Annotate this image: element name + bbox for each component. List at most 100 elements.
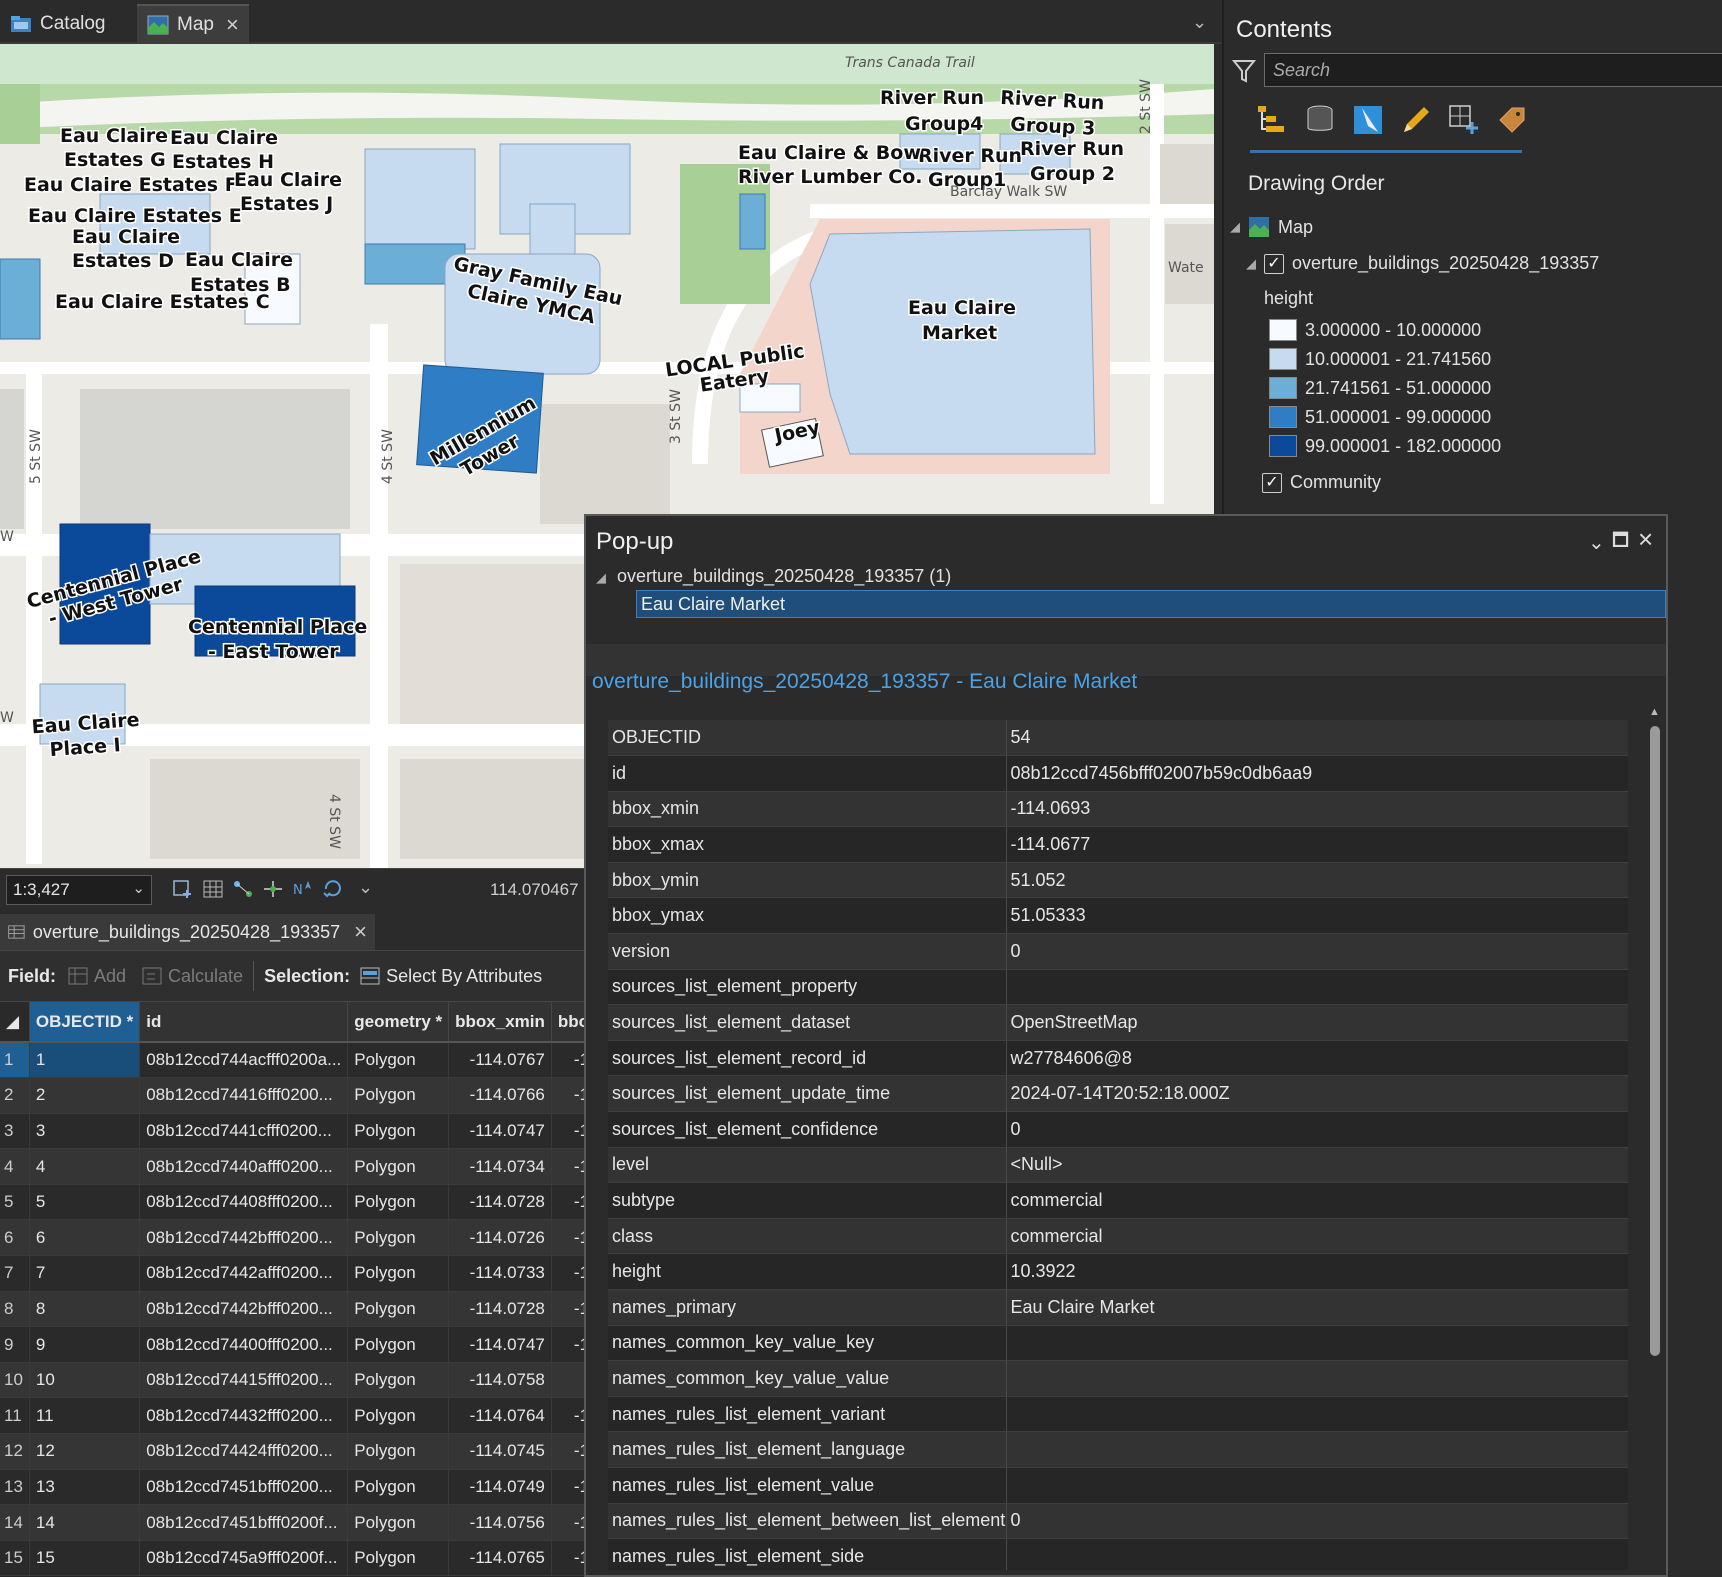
table-row[interactable]: 13 13 08b12ccd7451bfff0200... Polygon -114.0… — [0, 1469, 590, 1506]
select-by-attributes-button[interactable]: Select By Attributes — [360, 966, 542, 987]
cell-bbox-xmin[interactable]: -114.0728 — [448, 1291, 552, 1328]
filter-icon[interactable] — [1232, 58, 1256, 84]
cell-id[interactable]: 08b12ccd74432fff0200... — [139, 1397, 349, 1435]
row-number[interactable]: 8 — [0, 1291, 30, 1328]
chevron-down-icon[interactable]: ⌄ — [358, 877, 373, 898]
contents-item-layer[interactable]: ◢ ✓ overture_buildings_20250428_193357 — [1246, 253, 1599, 274]
table-row[interactable]: 12 12 08b12ccd74424fff0200... Polygon -114.0… — [0, 1433, 590, 1470]
legend-class[interactable]: 10.000001 - 21.741560 — [1269, 348, 1491, 370]
cell-id[interactable]: 08b12ccd7440afff0200... — [139, 1148, 349, 1185]
building-21-51[interactable] — [739, 193, 766, 250]
list-by-selection-icon[interactable] — [1350, 102, 1386, 138]
close-tab-icon[interactable]: × — [354, 919, 367, 945]
table-row[interactable]: 9 9 08b12ccd74400fff0200... Polygon -114.074… — [0, 1326, 590, 1363]
row-number[interactable]: 7 — [0, 1255, 30, 1292]
cell-bbox-xmin[interactable]: -114.0747 — [448, 1326, 552, 1363]
cell-objectid[interactable]: 9 — [29, 1326, 141, 1363]
cell-bbox-xmin[interactable]: -114.0764 — [448, 1397, 552, 1435]
cell-id[interactable]: 08b12ccd7451bfff0200f... — [139, 1504, 349, 1541]
scale-dropdown[interactable]: 1:3,427 ⌄ — [6, 875, 152, 905]
column-header[interactable]: bbox_xmin — [448, 1002, 552, 1043]
cell-geometry[interactable]: Polygon — [347, 1540, 450, 1577]
cell-objectid[interactable]: 13 — [29, 1469, 141, 1506]
snap-icon[interactable] — [262, 879, 284, 899]
cell-geometry[interactable]: Polygon — [347, 1397, 450, 1435]
cell-bbox-xmin[interactable]: -114.0766 — [448, 1077, 552, 1114]
table-grid-icon[interactable] — [202, 879, 224, 899]
collapse-triangle-icon[interactable]: ◢ — [1230, 219, 1240, 235]
cell-objectid[interactable]: 2 — [29, 1077, 141, 1114]
collapse-triangle-icon[interactable]: ◢ — [1246, 256, 1256, 272]
cell-objectid[interactable]: 6 — [29, 1219, 141, 1257]
add-field-button[interactable]: Add — [68, 966, 126, 987]
cell-id[interactable]: 08b12ccd744acfff0200a... — [139, 1042, 349, 1079]
cell-objectid[interactable]: 12 — [29, 1433, 141, 1470]
table-row[interactable]: 3 3 08b12ccd7441cfff0200... Polygon -114.074… — [0, 1113, 590, 1150]
cell-objectid[interactable]: 8 — [29, 1291, 141, 1328]
row-number[interactable]: 12 — [0, 1433, 30, 1470]
cell-id[interactable]: 08b12ccd74408fff0200... — [139, 1184, 349, 1221]
cell-geometry[interactable]: Polygon — [347, 1184, 450, 1221]
row-number[interactable]: 9 — [0, 1326, 30, 1363]
cell-objectid[interactable]: 14 — [29, 1504, 141, 1541]
select-all-corner[interactable]: ◢ — [0, 1002, 30, 1043]
cell-objectid[interactable]: 15 — [29, 1540, 141, 1577]
table-row[interactable]: 11 11 08b12ccd74432fff0200... Polygon -114.0… — [0, 1397, 590, 1435]
row-number[interactable]: 13 — [0, 1469, 30, 1506]
cell-bbox-xmin[interactable]: -114.0734 — [448, 1148, 552, 1185]
popup-feature-header[interactable]: overture_buildings_20250428_193357 - Eau… — [592, 670, 1137, 694]
cell-id[interactable]: 08b12ccd7442bfff0200... — [139, 1219, 349, 1257]
cell-geometry[interactable]: Polygon — [347, 1326, 450, 1363]
table-row[interactable]: 15 15 08b12ccd745a9fff0200f... Polygon -114.… — [0, 1540, 590, 1577]
attribute-table-grid[interactable]: ◢ OBJECTID * id geometry * bbox_xmin bbo… — [0, 1002, 590, 1577]
cell-geometry[interactable]: Polygon — [347, 1113, 450, 1150]
popup-selected-feature[interactable]: Eau Claire Market — [636, 590, 1666, 618]
cell-id[interactable]: 08b12ccd74400fff0200... — [139, 1326, 349, 1363]
table-row[interactable]: 1 1 08b12ccd744acfff0200a... Polygon -114.07… — [0, 1042, 590, 1079]
cell-objectid[interactable]: 10 — [29, 1362, 141, 1399]
table-row[interactable]: 8 8 08b12ccd7442bfff0200... Polygon -114.072… — [0, 1291, 590, 1328]
cell-bbox-xmin[interactable]: -114.0747 — [448, 1113, 552, 1150]
chevron-down-icon[interactable]: ⌄ — [1192, 12, 1207, 33]
network-icon[interactable] — [232, 879, 254, 899]
row-number[interactable]: 11 — [0, 1397, 30, 1435]
chevron-down-icon[interactable]: ⌄ — [1588, 530, 1605, 555]
grid-add-icon[interactable] — [172, 879, 194, 899]
building-21-51[interactable] — [0, 258, 41, 340]
legend-class[interactable]: 99.000001 - 182.000000 — [1269, 435, 1501, 457]
cell-bbox-xmin[interactable]: -114.0765 — [448, 1540, 552, 1577]
north-arrow-icon[interactable]: N — [292, 879, 314, 899]
cell-id[interactable]: 08b12ccd74415fff0200... — [139, 1362, 349, 1399]
legend-class[interactable]: 3.000000 - 10.000000 — [1269, 319, 1481, 341]
cell-objectid[interactable]: 1 — [29, 1042, 141, 1079]
list-by-labeling-icon[interactable] — [1494, 102, 1530, 138]
popup-scrollbar[interactable]: ▲ — [1649, 706, 1660, 1576]
scroll-up-icon[interactable]: ▲ — [1649, 706, 1660, 718]
column-header[interactable]: id — [139, 1002, 349, 1043]
list-by-data-source-icon[interactable] — [1302, 102, 1338, 138]
cell-id[interactable]: 08b12ccd7442afff0200... — [139, 1255, 349, 1292]
cell-objectid[interactable]: 7 — [29, 1255, 141, 1292]
cell-objectid[interactable]: 3 — [29, 1113, 141, 1150]
table-row[interactable]: 7 7 08b12ccd7442afff0200... Polygon -114.073… — [0, 1255, 590, 1292]
legend-class[interactable]: 21.741561 - 51.000000 — [1269, 377, 1491, 399]
cell-bbox-xmin[interactable]: -114.0749 — [448, 1469, 552, 1506]
close-tab-icon[interactable]: × — [226, 12, 239, 38]
row-number[interactable]: 3 — [0, 1113, 30, 1150]
cell-bbox-xmin[interactable]: -114.0726 — [448, 1219, 552, 1257]
cell-bbox-xmin[interactable]: -114.0733 — [448, 1255, 552, 1292]
list-by-snapping-icon[interactable] — [1446, 102, 1482, 138]
cell-geometry[interactable]: Polygon — [347, 1219, 450, 1257]
cell-geometry[interactable]: Polygon — [347, 1504, 450, 1541]
table-row[interactable]: 5 5 08b12ccd74408fff0200... Polygon -114.072… — [0, 1184, 590, 1221]
column-header[interactable]: geometry * — [347, 1002, 450, 1043]
row-number[interactable]: 2 — [0, 1077, 30, 1114]
legend-class[interactable]: 51.000001 - 99.000000 — [1269, 406, 1491, 428]
tab-catalog[interactable]: Catalog — [0, 4, 116, 44]
cell-bbox-xmin[interactable]: -114.0767 — [448, 1042, 552, 1079]
row-number[interactable]: 6 — [0, 1219, 30, 1257]
cell-bbox-xmin[interactable]: -114.0756 — [448, 1504, 552, 1541]
cell-id[interactable]: 08b12ccd745a9fff0200f... — [139, 1540, 349, 1577]
attribute-table-tab[interactable]: overture_buildings_20250428_193357 × — [0, 914, 375, 950]
contents-item-map[interactable]: ◢ Map — [1230, 216, 1313, 238]
